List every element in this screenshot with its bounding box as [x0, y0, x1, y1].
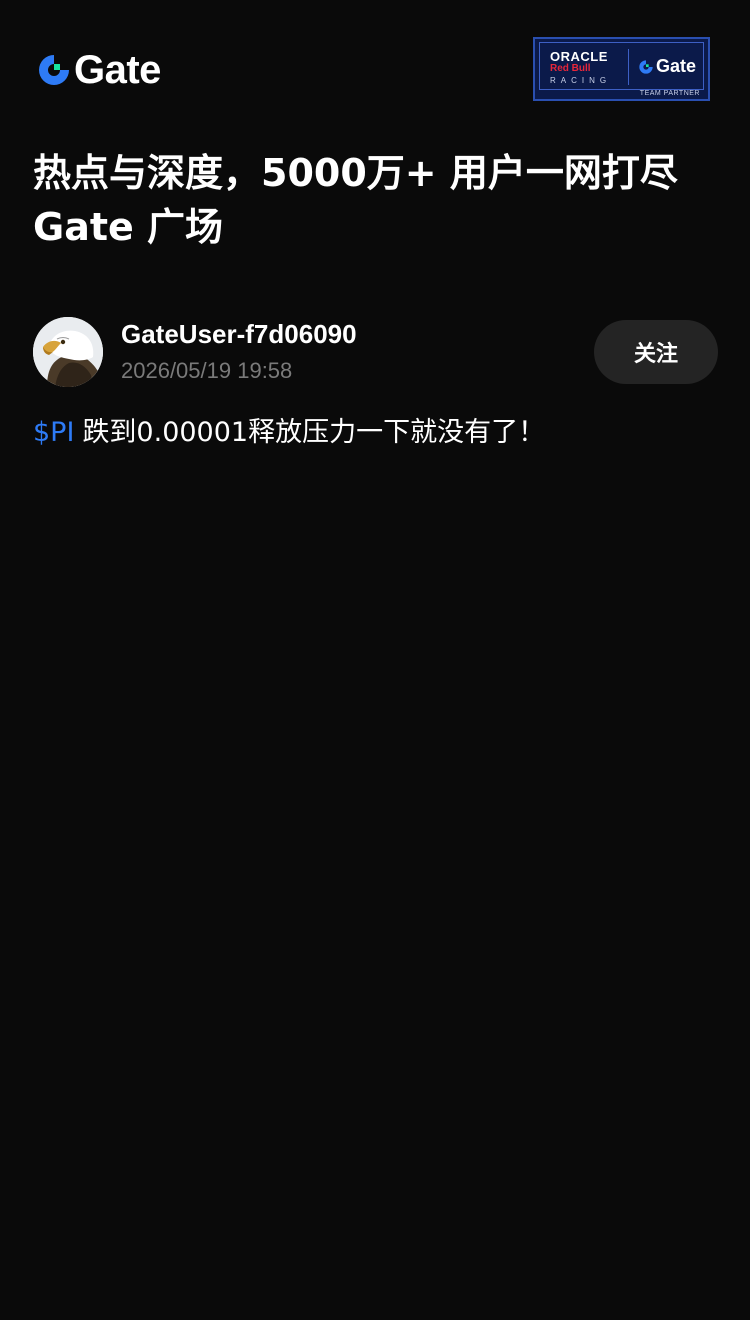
author-username[interactable]: GateUser-f7d06090 [121, 319, 357, 350]
partner-racing-text: RACING [550, 76, 612, 85]
gate-logo-icon [39, 55, 69, 85]
partner-gate-text: Gate [656, 56, 697, 76]
gate-logo-icon [639, 59, 653, 74]
partner-badge-frame: ORACLE Red Bull RACING Gate [539, 42, 704, 90]
gate-logo[interactable]: Gate [36, 50, 161, 90]
post-author-row: GateUser-f7d06090 2026/05/19 19:58 关注 [33, 316, 718, 388]
partner-oracle-text: ORACLE [550, 49, 608, 64]
avatar[interactable] [33, 317, 103, 387]
partner-divider [628, 49, 629, 85]
page-headline: 热点与深度，5000万+ 用户一网打尽 Gate 广场 [33, 146, 723, 254]
logo-text: Gate [74, 48, 161, 92]
eagle-avatar-icon [33, 317, 103, 387]
ticker-link-pi[interactable]: $PI [33, 417, 74, 448]
partner-team-text: TEAM PARTNER [639, 90, 700, 97]
headline-line-2: Gate 广场 [33, 205, 224, 249]
top-header: Gate ORACLE Red Bull RACING Gate TEAM PA… [0, 0, 750, 130]
partner-gate-logo: Gate [638, 56, 696, 77]
post-content: $PI 跌到0.00001释放压力一下就没有了！ [33, 412, 718, 454]
post-timestamp: 2026/05/19 19:58 [121, 358, 293, 383]
follow-button[interactable]: 关注 [594, 320, 718, 384]
headline-line-1: 热点与深度，5000万+ 用户一网打尽 [33, 151, 678, 195]
partner-redbull-text: Red Bull [550, 63, 591, 74]
post-text: 跌到0.00001释放压力一下就没有了！ [82, 417, 546, 448]
oracle-redbull-partner-badge[interactable]: ORACLE Red Bull RACING Gate TEAM PARTNER [533, 37, 710, 101]
